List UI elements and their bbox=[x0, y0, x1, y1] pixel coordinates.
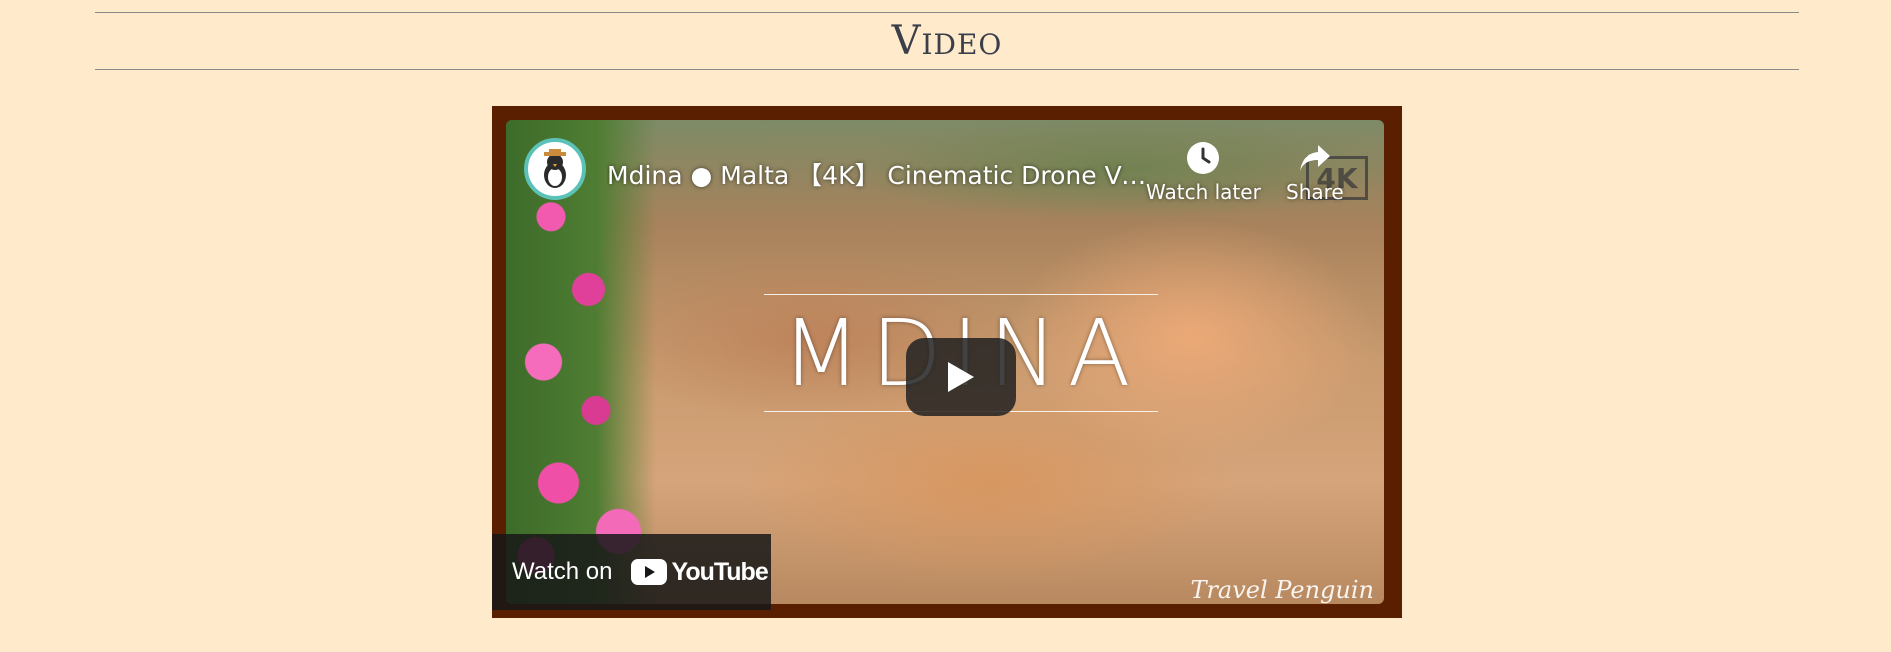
section-header: Video bbox=[95, 12, 1799, 70]
share-label: Share bbox=[1286, 180, 1344, 204]
youtube-embed-player[interactable]: MDINA Mdina ● Malta 【4K】 Cinematic Drone… bbox=[492, 106, 1402, 618]
play-button[interactable] bbox=[906, 338, 1016, 416]
youtube-logo: YouTube bbox=[630, 557, 769, 587]
youtube-logo-icon bbox=[630, 559, 667, 585]
thumbnail-flowers-decoration bbox=[506, 120, 656, 604]
watch-on-label: Watch on bbox=[512, 558, 613, 585]
watch-on-youtube-button[interactable]: Watch on YouTube bbox=[492, 534, 771, 610]
video-title-link[interactable]: Mdina ● Malta 【4K】 Cinematic Drone Video bbox=[607, 156, 1147, 192]
share-button[interactable]: Share bbox=[1286, 140, 1344, 204]
channel-avatar[interactable] bbox=[524, 138, 586, 200]
share-arrow-icon bbox=[1297, 140, 1333, 176]
youtube-wordmark: YouTube bbox=[671, 557, 769, 586]
penguin-avatar-icon bbox=[544, 149, 566, 188]
title-rule-top bbox=[764, 294, 1158, 295]
clock-icon bbox=[1185, 140, 1221, 176]
video-thumbnail[interactable]: MDINA Mdina ● Malta 【4K】 Cinematic Drone… bbox=[506, 120, 1384, 604]
watch-later-label: Watch later bbox=[1146, 180, 1261, 204]
watch-later-button[interactable]: Watch later bbox=[1146, 140, 1261, 204]
play-icon bbox=[948, 362, 974, 392]
section-title: Video bbox=[891, 18, 1003, 64]
channel-signature: Travel Penguin bbox=[1190, 576, 1374, 604]
